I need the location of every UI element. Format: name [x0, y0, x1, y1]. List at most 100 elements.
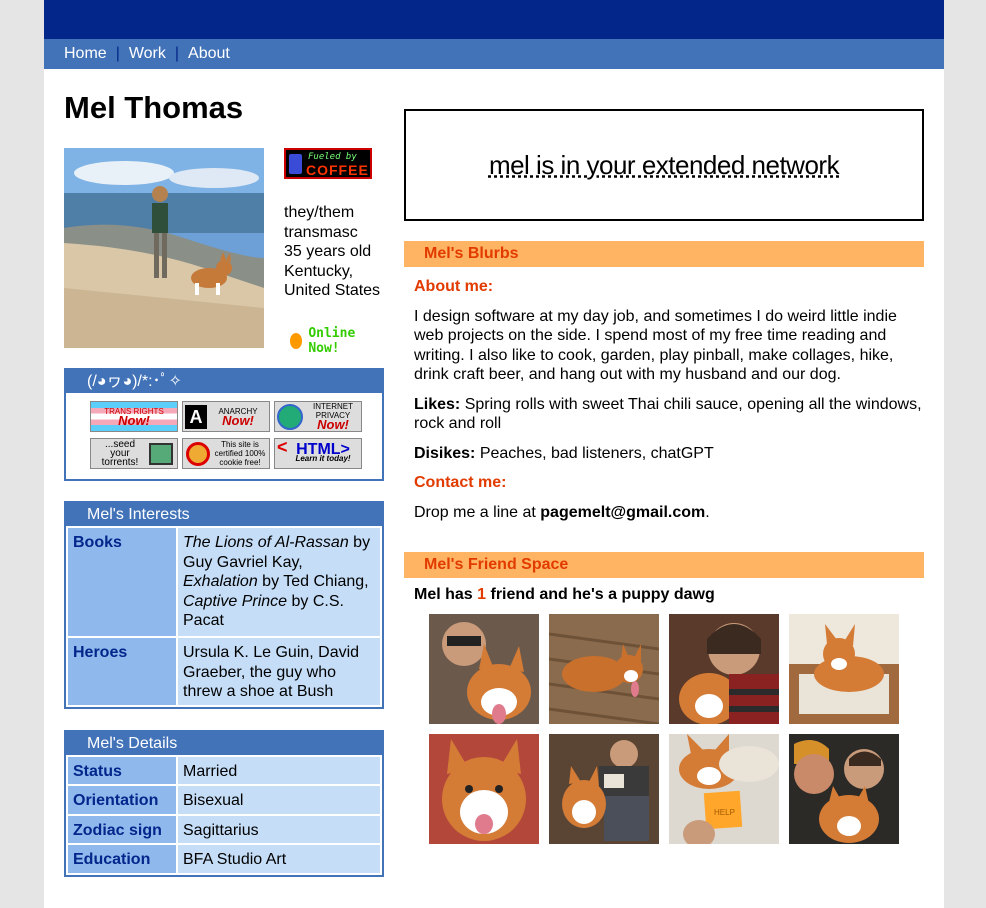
- learn-html-badge[interactable]: < HTML> Learn it today!: [274, 438, 362, 469]
- books-label: Books: [68, 528, 176, 636]
- dislikes-label: Disikes:: [414, 444, 476, 462]
- cookie-free-badge[interactable]: This site is certified 100% cookie free!: [182, 438, 270, 469]
- detail-value: Sagittarius: [178, 815, 380, 843]
- badge-main-text: Now!: [317, 417, 349, 432]
- nav-bar: Home | Work | About: [44, 39, 944, 69]
- badge-main-text: Now!: [222, 412, 254, 428]
- internet-privacy-badge[interactable]: INTERNET PRIVACY Now!: [274, 401, 362, 432]
- interests-box: Mel's Interests Books The Lions of Al-Ra…: [64, 501, 384, 709]
- contact-text: Drop me a line at pagemelt@gmail.com.: [414, 503, 924, 523]
- coffee-cup-icon: [289, 154, 302, 174]
- detail-label: Status: [68, 756, 176, 784]
- contact-email[interactable]: pagemelt@gmail.com: [540, 504, 705, 521]
- books-value: The Lions of Al-Rassan by Guy Gavriel Ka…: [178, 528, 380, 636]
- details-table: Status Married Orientation Bisexual Zodiac…: [66, 755, 382, 875]
- online-status: Online Now!: [290, 326, 384, 356]
- angle-bracket-icon: <: [277, 438, 288, 457]
- profile-photo: [64, 148, 264, 348]
- about-me-text: I design software at my day job, and som…: [414, 307, 897, 384]
- detail-label: Zodiac sign: [68, 815, 176, 843]
- blurbs-section: Mel's Blurbs About me: I design software…: [404, 241, 924, 522]
- badge-text: This site is certified 100% cookie free!: [214, 440, 266, 467]
- badge-text: HTML>: [296, 440, 350, 458]
- book-title: The Lions of Al-Rassan: [183, 534, 349, 551]
- fueled-by-coffee-badge: Fueled by COFFEE: [284, 148, 372, 179]
- nav-about-link[interactable]: About: [188, 45, 230, 63]
- likes-label: Likes:: [414, 395, 461, 413]
- likes: Likes: Spring rolls with sweet Thai chil…: [414, 395, 924, 434]
- friend-photo-couple-kissing-with-corgi[interactable]: [789, 734, 899, 844]
- anarchy-icon: A: [185, 405, 207, 429]
- friend-photo-corgi-smiling[interactable]: [429, 734, 539, 844]
- likes-text: Spring rolls with sweet Thai chili sauce…: [414, 395, 922, 433]
- blurbs-header: Mel's Blurbs: [404, 241, 924, 267]
- contact-heading: Contact me:: [414, 474, 507, 491]
- computer-icon: [149, 442, 173, 465]
- friend-space-section: Mel's Friend Space Mel has 1 friend and …: [404, 552, 924, 844]
- coffee-badge-line1: Fueled by: [308, 152, 357, 162]
- profile-name: Mel Thomas: [64, 90, 244, 125]
- book-author: by Ted Chiang,: [257, 573, 369, 590]
- page: Home | Work | About Mel Thomas Fueled by…: [44, 0, 944, 908]
- table-row: Status Married: [68, 756, 380, 784]
- badge-main-text: Learn it today!: [295, 453, 351, 463]
- extended-network-text: mel is in your extended network: [488, 149, 840, 180]
- left-column: Mel Thomas Fueled by COFFEE they/them tr…: [64, 90, 384, 877]
- dislikes-text: Peaches, bad listeners, chatGPT: [475, 444, 714, 462]
- friend-photo-grid: HELP: [404, 614, 924, 844]
- online-status-label: Online Now!: [308, 326, 356, 356]
- age: 35 years old: [284, 243, 372, 260]
- profile-info: they/them transmasc 35 years old Kentuck…: [284, 203, 389, 301]
- interests-table: Books The Lions of Al-Rassan by Guy Gavr…: [66, 526, 382, 707]
- friend-photo-corgi-on-deck[interactable]: [549, 614, 659, 724]
- profile-card: Fueled by COFFEE they/them transmasc 35 …: [64, 148, 384, 363]
- seed-torrents-badge[interactable]: ...seed your torrents!: [90, 438, 178, 469]
- friend-count: Mel has 1 friend and he's a puppy dawg: [404, 586, 924, 604]
- table-row: Education BFA Studio Art: [68, 845, 380, 873]
- contact-pre: Drop me a line at: [414, 503, 541, 521]
- friend-photo-corgi-on-chair[interactable]: [789, 614, 899, 724]
- extended-network-box: mel is in your extended network: [404, 109, 924, 221]
- heroes-label: Heroes: [68, 638, 176, 705]
- interests-header: Mel's Interests: [66, 503, 382, 526]
- no-cookie-icon: [186, 442, 210, 466]
- globe-icon: [277, 404, 303, 430]
- nav-separator: |: [174, 45, 180, 62]
- about-me-heading: About me:: [414, 278, 494, 295]
- friend-photo-person-with-corgi[interactable]: [669, 614, 779, 724]
- book-title: Captive Prince: [183, 592, 288, 610]
- gender: transmasc: [284, 223, 358, 241]
- friend-count-number: 1: [477, 586, 487, 603]
- right-column: mel is in your extended network Mel's Bl…: [404, 109, 924, 844]
- coffee-badge-line2: COFFEE: [306, 162, 369, 178]
- location: Kentucky, United States: [284, 262, 381, 300]
- nav-home-link[interactable]: Home: [64, 45, 107, 63]
- dislikes: Disikes: Peaches, bad listeners, chatGPT: [414, 444, 924, 464]
- detail-value: BFA Studio Art: [178, 845, 380, 873]
- badges-box: (/◕ヮ◕)/*:･ﾟ✧ TRANS RIGHTS Now! A ANARCHY N…: [64, 368, 384, 481]
- friend-photo-person-reading-with-corgi[interactable]: [549, 734, 659, 844]
- contact-post: .: [705, 503, 710, 521]
- anarchy-badge[interactable]: A ANARCHY Now!: [182, 401, 270, 432]
- detail-value: Bisexual: [178, 786, 380, 814]
- friend-count-post: friend and he's a puppy dawg: [486, 586, 715, 603]
- table-row: Books The Lions of Al-Rassan by Guy Gavr…: [68, 528, 380, 636]
- details-box: Mel's Details Status Married Orientation B…: [64, 729, 384, 877]
- details-header: Mel's Details: [66, 731, 382, 755]
- help-note-text: HELP: [714, 808, 735, 817]
- badges-header: (/◕ヮ◕)/*:･ﾟ✧: [66, 370, 382, 393]
- book-title: Exhalation: [183, 573, 258, 590]
- nav-separator: |: [115, 45, 120, 62]
- heroes-value: Ursula K. Le Guin, David Graeber, the gu…: [178, 638, 380, 705]
- trans-rights-badge[interactable]: TRANS RIGHTS Now!: [90, 401, 178, 432]
- friend-space-header: Mel's Friend Space: [404, 552, 924, 578]
- table-row: Heroes Ursula K. Le Guin, David Graeber,…: [68, 638, 380, 705]
- friend-photo-corgi-with-help-note[interactable]: HELP: [669, 734, 779, 844]
- table-row: Orientation Bisexual: [68, 786, 380, 814]
- online-person-icon: [290, 333, 303, 349]
- friend-photo-selfie-with-corgi[interactable]: [429, 614, 539, 724]
- badge-main-text: Now!: [118, 412, 150, 428]
- detail-label: Education: [68, 845, 176, 873]
- nav-work-link[interactable]: Work: [129, 45, 166, 63]
- top-banner: [44, 0, 944, 39]
